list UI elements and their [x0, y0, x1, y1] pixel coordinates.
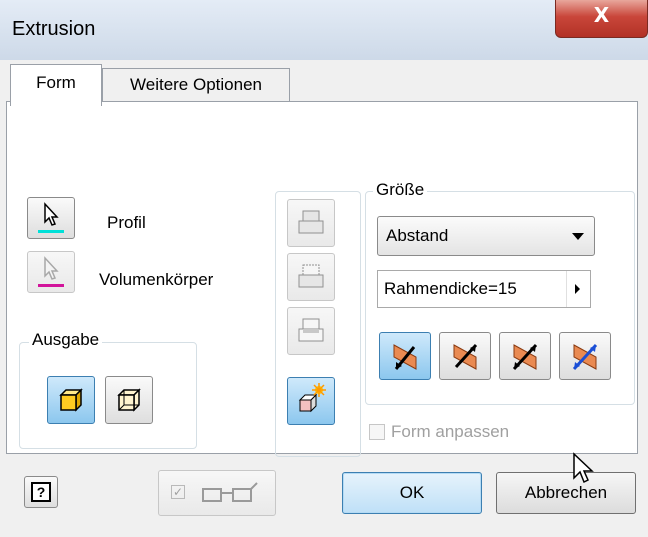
tab-control: Form Weitere Optionen Profil Volumenkörp…	[6, 60, 638, 484]
intersect-button[interactable]	[287, 307, 335, 355]
surface-output-button[interactable]	[105, 376, 153, 424]
form-panel: Profil Volumenkörper Ausgabe Größe Absta…	[6, 101, 638, 484]
solid-output-icon	[59, 388, 83, 412]
direction-symmetric-button[interactable]	[499, 332, 551, 380]
direction-flipped-button[interactable]	[439, 332, 491, 380]
preview-glasses-icon	[202, 482, 258, 502]
profile-select-button[interactable]	[27, 197, 75, 239]
cut-button[interactable]	[287, 253, 335, 301]
solid-label: Volumenkörper	[99, 270, 214, 289]
distance-input-value: Rahmendicke=15	[384, 279, 517, 298]
solid-accent	[38, 284, 64, 287]
ok-button-label: OK	[399, 483, 425, 502]
distance-input[interactable]: Rahmendicke=15	[377, 270, 591, 308]
help-icon: ?	[31, 482, 51, 502]
tab-more-options[interactable]: Weitere Optionen	[102, 68, 290, 102]
join-icon	[298, 210, 324, 234]
tab-form[interactable]: Form	[10, 64, 102, 106]
join-button[interactable]	[287, 199, 335, 247]
solid-select-button[interactable]	[27, 251, 75, 293]
extent-dropdown[interactable]: Abstand	[377, 216, 595, 256]
new-solid-button[interactable]	[287, 377, 335, 425]
mouse-pointer-icon	[573, 452, 594, 484]
direction-flipped-icon	[453, 343, 478, 370]
tab-more-options-label: Weitere Optionen	[130, 75, 262, 94]
extent-dropdown-value: Abstand	[386, 226, 449, 245]
tab-form-label: Form	[36, 73, 76, 92]
arrow-cursor-icon	[44, 202, 59, 226]
solid-output-button[interactable]	[47, 376, 95, 424]
direction-asymmetric-icon	[572, 343, 598, 371]
close-button[interactable]: X	[555, 0, 648, 38]
dialog-body: Form Weitere Optionen Profil Volumenkörp…	[0, 60, 648, 537]
cut-icon	[298, 264, 324, 288]
output-group-title: Ausgabe	[29, 330, 103, 350]
match-shape-checkbox[interactable]	[369, 424, 385, 440]
chevron-down-icon	[572, 233, 584, 240]
new-solid-icon	[298, 383, 326, 413]
profile-accent	[38, 230, 64, 233]
surface-output-icon	[117, 388, 141, 412]
window-title: Extrusion	[12, 18, 96, 40]
direction-default-button[interactable]	[379, 332, 431, 380]
help-button[interactable]: ?	[24, 476, 58, 508]
title-bar: Extrusion X	[0, 0, 648, 60]
cancel-button[interactable]: Abbrechen	[496, 472, 636, 514]
direction-default-icon	[393, 344, 417, 370]
preview-toggle[interactable]: ✓	[158, 470, 276, 516]
intersect-icon	[298, 318, 324, 342]
direction-symmetric-icon	[512, 343, 538, 371]
ok-button[interactable]: OK	[342, 472, 482, 514]
preview-checkbox-icon: ✓	[171, 485, 185, 499]
profile-label: Profil	[107, 213, 146, 232]
close-icon: X	[593, 3, 610, 27]
size-group-title: Größe	[373, 180, 428, 200]
match-shape-label: Form anpassen	[391, 422, 510, 441]
solid-body-icon	[44, 256, 59, 280]
expression-menu-arrow-icon[interactable]	[566, 271, 590, 307]
direction-asymmetric-button[interactable]	[559, 332, 611, 380]
